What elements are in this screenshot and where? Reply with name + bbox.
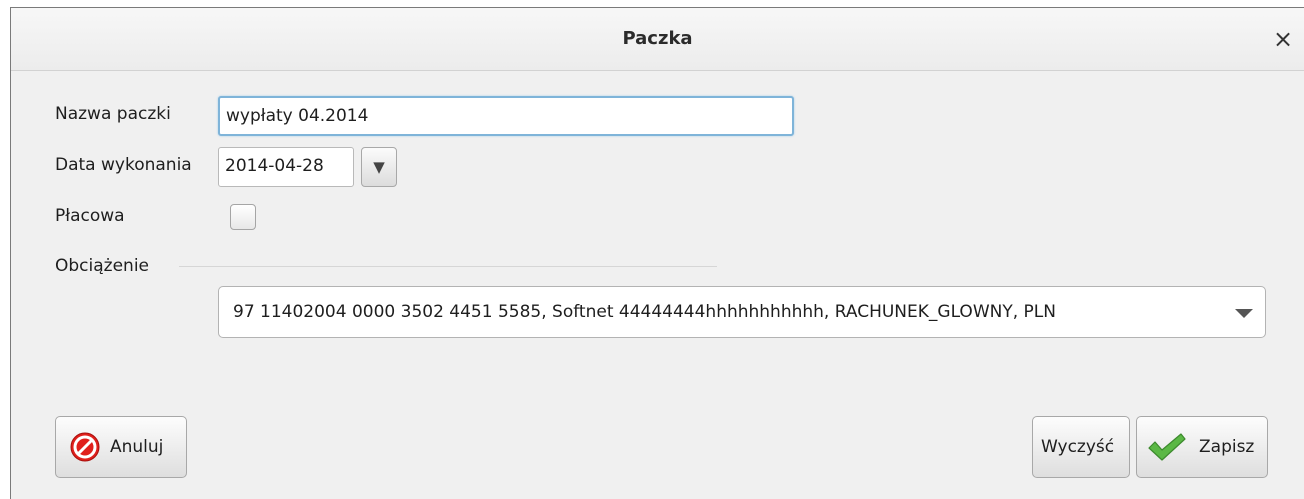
section-divider — [179, 266, 717, 267]
dialog-title: Paczka — [622, 28, 693, 49]
package-name-input[interactable]: wypłaty 04.2014 — [218, 96, 794, 136]
chevron-down-icon: ▼ — [373, 158, 385, 176]
save-button-label: Zapisz — [1199, 437, 1255, 457]
close-icon[interactable]: × — [1268, 24, 1298, 54]
package-dialog: Paczka × Nazwa paczki wypłaty 04.2014 Da… — [10, 7, 1304, 499]
title-bar: Paczka × — [11, 8, 1304, 71]
cancel-button-label: Anuluj — [110, 437, 164, 457]
package-name-label: Nazwa paczki — [55, 104, 171, 124]
clear-button-label: Wyczyść — [1041, 437, 1115, 457]
chevron-down-icon — [1235, 309, 1253, 318]
payroll-label: Płacowa — [55, 206, 125, 226]
date-picker-button[interactable]: ▼ — [361, 147, 397, 187]
cancel-button[interactable]: Anuluj — [55, 416, 187, 478]
debit-section-label: Obciążenie — [55, 256, 149, 276]
clear-button[interactable]: Wyczyść — [1032, 416, 1130, 478]
cancel-icon — [70, 432, 100, 462]
execution-date-label: Data wykonania — [55, 155, 192, 175]
checkmark-icon — [1148, 433, 1186, 461]
execution-date-input[interactable]: 2014-04-28 — [218, 147, 354, 187]
save-button[interactable]: Zapisz — [1136, 416, 1268, 478]
payroll-checkbox[interactable] — [230, 204, 256, 230]
debit-account-select[interactable]: 97 11402004 0000 3502 4451 5585, Softnet… — [218, 286, 1266, 338]
debit-account-value: 97 11402004 0000 3502 4451 5585, Softnet… — [233, 302, 1056, 322]
